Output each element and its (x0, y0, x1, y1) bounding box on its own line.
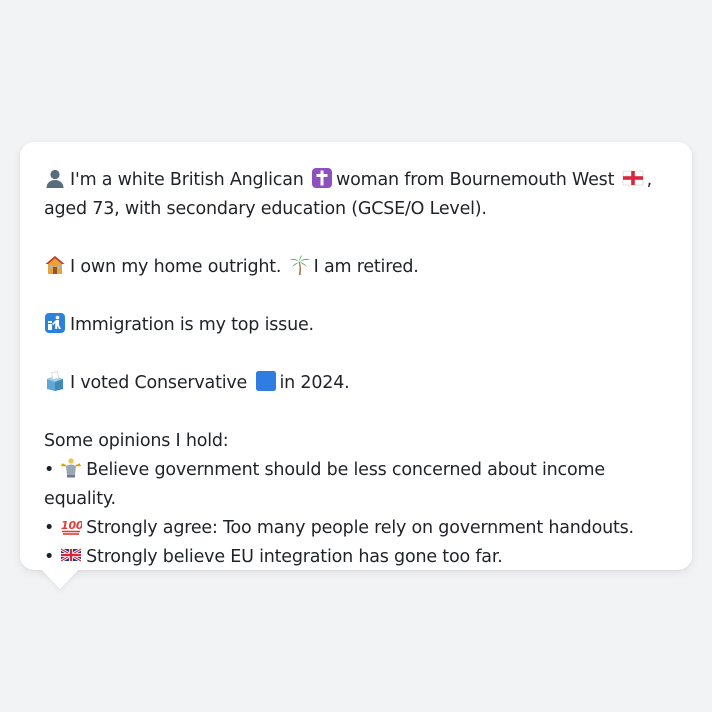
issue-text: Immigration is my top issue. (70, 315, 314, 335)
intro-text-start: I'm a white British Anglican (70, 170, 304, 190)
opinion-text: Strongly agree: Too many people rely on … (86, 518, 634, 538)
opinion-text: Strongly believe EU integration has gone… (86, 547, 503, 567)
hundred-points-icon: 100 (60, 515, 82, 537)
opinions-heading: Some opinions I hold: (44, 431, 229, 451)
opinion-item: • 100 Strongly agree: Too many people re… (44, 514, 672, 543)
ballot-box-icon (44, 370, 66, 392)
opinion-item: • Strongly believe EU integration has go… (44, 543, 672, 572)
housing-text: I own my home outright. (70, 257, 282, 277)
chat-bubble: I'm a white British Anglican woman from … (20, 142, 692, 570)
work-text: I am retired. (313, 257, 419, 277)
passport-control-icon (44, 312, 66, 334)
bullet-marker: • (44, 547, 55, 567)
bullet-marker: • (44, 518, 55, 538)
vote-paragraph: I voted Conservative in 2024. (44, 369, 672, 398)
palm-tree-icon (289, 254, 311, 276)
bullet-marker: • (44, 460, 55, 480)
opinion-item: • Believe government should be less conc… (44, 456, 672, 514)
intro-paragraph: I'm a white British Anglican woman from … (44, 166, 672, 224)
svg-text:100: 100 (61, 519, 82, 532)
bubble-tail (40, 568, 80, 589)
issue-paragraph: Immigration is my top issue. (44, 311, 672, 340)
opinion-text: Believe government should be less concer… (44, 460, 605, 509)
intro-text-middle: woman from Bournemouth West (336, 170, 615, 190)
vote-text-end: in 2024. (279, 373, 350, 393)
house-icon (44, 254, 66, 276)
uk-flag-icon (60, 544, 82, 566)
vote-text-start: I voted Conservative (70, 373, 248, 393)
blue-square-icon (255, 370, 277, 392)
latin-cross-icon (311, 167, 333, 189)
home-paragraph: I own my home outright. I am retired. (44, 253, 672, 282)
bust-in-silhouette-icon (44, 167, 66, 189)
scales-figure-icon (60, 457, 82, 479)
england-flag-icon (622, 167, 644, 189)
